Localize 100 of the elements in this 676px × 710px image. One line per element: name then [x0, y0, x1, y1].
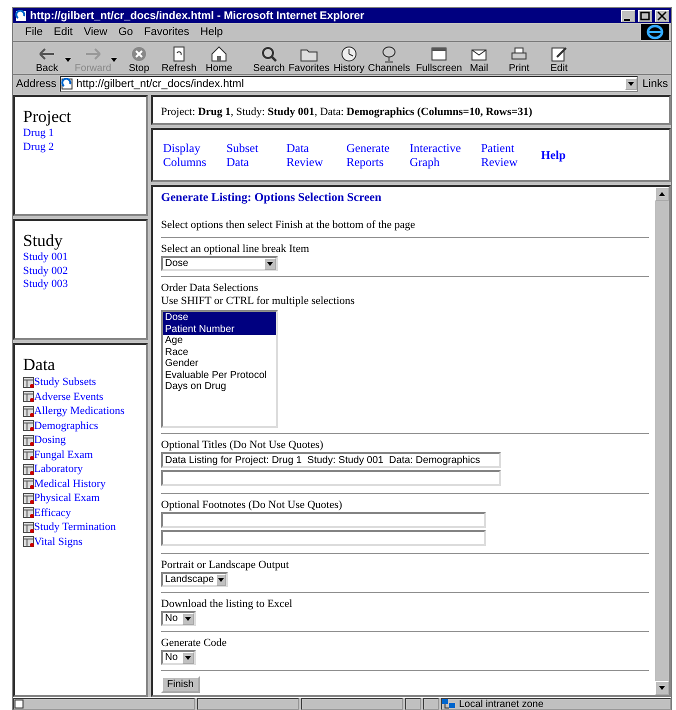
sidebar-link[interactable]: Study 001: [23, 251, 68, 264]
input-field[interactable]: [161, 512, 486, 528]
table-icon: [23, 492, 34, 504]
dropdown-arrow-icon: [218, 578, 224, 582]
sidebar-link[interactable]: Drug 1: [23, 127, 54, 140]
toolbar-button[interactable]: Refresh: [159, 45, 199, 74]
menu-item[interactable]: Edit: [54, 26, 73, 38]
maximize-icon[interactable]: [639, 10, 651, 20]
data-link[interactable]: Medical History: [34, 476, 106, 491]
toolbar-button[interactable]: Home: [199, 45, 239, 74]
status-text: Local intranet zone: [459, 698, 544, 710]
data-link[interactable]: Efficacy: [34, 506, 72, 520]
input-field[interactable]: [161, 470, 501, 486]
scrollbar[interactable]: [655, 187, 669, 695]
menu-item[interactable]: Favorites: [144, 26, 190, 38]
page-icon: [15, 10, 27, 22]
search-icon: [259, 45, 279, 63]
list-option[interactable]: Age: [163, 335, 276, 346]
toolbar-button[interactable]: Stop: [119, 45, 159, 74]
dropdown-arrow-icon: [267, 262, 273, 266]
menu-item[interactable]: Go: [118, 26, 134, 38]
dropdown[interactable]: Landscape: [161, 572, 228, 587]
clock-icon: [339, 45, 359, 63]
data-link[interactable]: Physical Exam: [34, 491, 100, 506]
toolbar-button[interactable]: Print: [499, 45, 539, 74]
toolbar-button[interactable]: History: [329, 45, 369, 74]
finish-button[interactable]: Finish: [161, 676, 200, 693]
table-icon: [23, 507, 34, 518]
panel-heading: Study: [23, 231, 63, 251]
data-link[interactable]: Study Subsets: [34, 375, 96, 390]
table-icon: [23, 536, 34, 548]
sidebar-link[interactable]: Study 003: [23, 278, 68, 292]
context-line: Project: Drug 1, Study: Study 001, Data: Demographics (Columns=10, Rows=31): [161, 106, 532, 118]
menu-item[interactable]: Help: [200, 26, 223, 38]
list-option[interactable]: Patient Number: [163, 324, 276, 335]
list-option[interactable]: Gender: [163, 358, 276, 370]
toolbar-button[interactable]: Favorites: [289, 45, 329, 74]
data-link[interactable]: Laboratory: [34, 462, 83, 476]
toolbar-button[interactable]: Edit: [539, 45, 579, 74]
input-field[interactable]: [161, 530, 486, 546]
menu-item[interactable]: View: [84, 26, 108, 38]
field-label: Download the listing to Excel: [161, 598, 292, 611]
nav-link[interactable]: Data Review: [286, 141, 326, 169]
data-link[interactable]: Demographics: [34, 418, 98, 433]
nav-link[interactable]: Subset Data: [226, 141, 266, 169]
nav-link[interactable]: Help: [540, 148, 581, 162]
field-label: Generate Code: [161, 637, 227, 650]
panel-heading: Data: [23, 355, 56, 375]
toolbar-button[interactable]: Channels: [369, 45, 409, 74]
list-option[interactable]: Days on Drug: [163, 381, 276, 392]
data-link[interactable]: Adverse Events: [34, 390, 104, 404]
list-option[interactable]: Dose: [163, 312, 276, 324]
toolbar-button[interactable]: Back: [27, 45, 67, 74]
toolbar-button[interactable]: Search: [249, 45, 289, 74]
close-icon[interactable]: [656, 10, 668, 20]
nav-link[interactable]: Patient Review: [480, 141, 521, 169]
table-icon: [23, 522, 34, 533]
field-label: Optional Footnotes (Do Not Use Quotes): [161, 499, 342, 512]
window-icon: [429, 45, 449, 63]
list-option[interactable]: Evaluable Per Protocol: [163, 370, 276, 381]
input-field[interactable]: Data Listing for Project: Drug 1 Study: Study 001 Data: Demographics: [161, 452, 501, 468]
status-pane: [405, 698, 421, 710]
dropdown-arrow-icon: [185, 656, 191, 660]
table-icon: [23, 391, 34, 402]
sidebar-link[interactable]: Study 002: [23, 264, 68, 278]
form-title: Generate Listing: Options Selection Screen: [161, 190, 382, 205]
dropdown[interactable]: No: [161, 650, 196, 665]
sidebar-link[interactable]: Drug 2: [23, 140, 54, 154]
nav-link[interactable]: Display Columns: [163, 141, 206, 169]
address-label: Address: [16, 78, 56, 90]
field-label: Use SHIFT or CTRL for multiple selections: [161, 295, 355, 308]
list-option[interactable]: Race: [163, 346, 276, 358]
table-icon: [23, 478, 34, 490]
data-link[interactable]: Allergy Medications: [34, 404, 125, 418]
home-icon: [209, 45, 229, 63]
data-link[interactable]: Dosing: [34, 433, 66, 448]
window-title: http://gilbert_nt/cr_docs/index.html - Microsoft Internet Explorer: [30, 10, 366, 22]
field-label: Select an optional line break Item: [161, 243, 310, 256]
table-icon: [23, 376, 34, 388]
dropdown-arrow-icon: [185, 616, 191, 620]
table-icon: [23, 420, 34, 432]
down-arrow-icon: [659, 686, 665, 690]
caret-icon[interactable]: [65, 58, 71, 62]
up-arrow-icon: [659, 192, 665, 196]
nav-link[interactable]: Generate Reports: [346, 141, 390, 169]
toolbar-button[interactable]: Fullscreen: [419, 45, 459, 74]
nav-link[interactable]: Interactive Graph: [410, 141, 461, 169]
data-link[interactable]: Vital Signs: [34, 534, 83, 549]
field-label: Portrait or Landscape Output: [161, 559, 289, 572]
data-link[interactable]: Fungal Exam: [34, 448, 93, 462]
caret-icon[interactable]: [111, 58, 117, 62]
dropdown[interactable]: No: [161, 611, 196, 626]
dropdown[interactable]: Dose: [161, 256, 278, 271]
menu-item[interactable]: File: [25, 26, 43, 38]
table-icon: [23, 464, 34, 475]
data-link[interactable]: Study Termination: [34, 520, 116, 534]
edit-icon: [549, 45, 569, 63]
links-button[interactable]: Links: [642, 78, 668, 90]
address-field[interactable]: http://gilbert_nt/cr_docs/index.html: [60, 76, 638, 92]
dropdown-arrow-icon[interactable]: [628, 82, 634, 86]
